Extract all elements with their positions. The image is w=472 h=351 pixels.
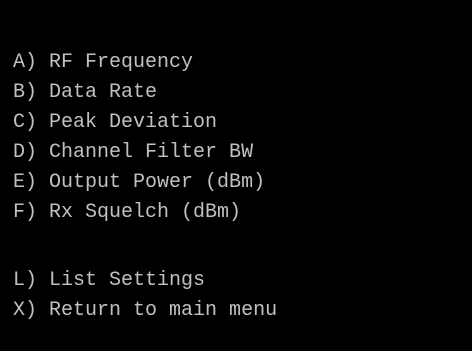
menu-separator: ) <box>25 171 50 194</box>
menu-label: RF Frequency <box>49 51 194 74</box>
menu-item-rf-frequency: A) RF Frequency <box>13 48 472 78</box>
menu-key: C <box>13 111 26 134</box>
menu-label: Output Power (dBm) <box>49 171 266 194</box>
menu-label: Rx Squelch (dBm) <box>49 201 242 224</box>
menu-key: L <box>13 269 26 292</box>
menu-item-peak-deviation: C) Peak Deviation <box>13 108 472 138</box>
menu-label: Data Rate <box>49 81 158 104</box>
menu-separator: ) <box>25 81 50 104</box>
menu-key: D <box>13 141 26 164</box>
menu-separator: ) <box>25 51 50 74</box>
menu-label: Return to main menu <box>49 299 278 322</box>
menu-key: X <box>13 299 26 322</box>
menu-label: Channel Filter BW <box>49 141 254 164</box>
menu-key: B <box>13 81 26 104</box>
menu-separator: ) <box>25 201 50 224</box>
menu-key: E <box>13 171 26 194</box>
menu-separator: ) <box>25 269 50 292</box>
menu-item-data-rate: B) Data Rate <box>13 78 472 108</box>
menu-separator: ) <box>25 141 50 164</box>
menu-key: F <box>13 201 26 224</box>
menu-item-channel-filter-bw: D) Channel Filter BW <box>13 138 472 168</box>
menu-label: List Settings <box>49 269 206 292</box>
menu-spacer <box>13 228 472 266</box>
menu-label: Peak Deviation <box>49 111 218 134</box>
menu-item-output-power: E) Output Power (dBm) <box>13 168 472 198</box>
menu-key: A <box>13 51 26 74</box>
menu-item-return-main-menu: X) Return to main menu <box>13 296 472 326</box>
menu-separator: ) <box>25 111 50 134</box>
terminal-window: A) RF Frequency B) Data Rate C) Peak Dev… <box>0 0 472 351</box>
menu-separator: ) <box>25 299 50 322</box>
menu-item-list-settings: L) List Settings <box>13 266 472 296</box>
menu-item-rx-squelch: F) Rx Squelch (dBm) <box>13 198 472 228</box>
